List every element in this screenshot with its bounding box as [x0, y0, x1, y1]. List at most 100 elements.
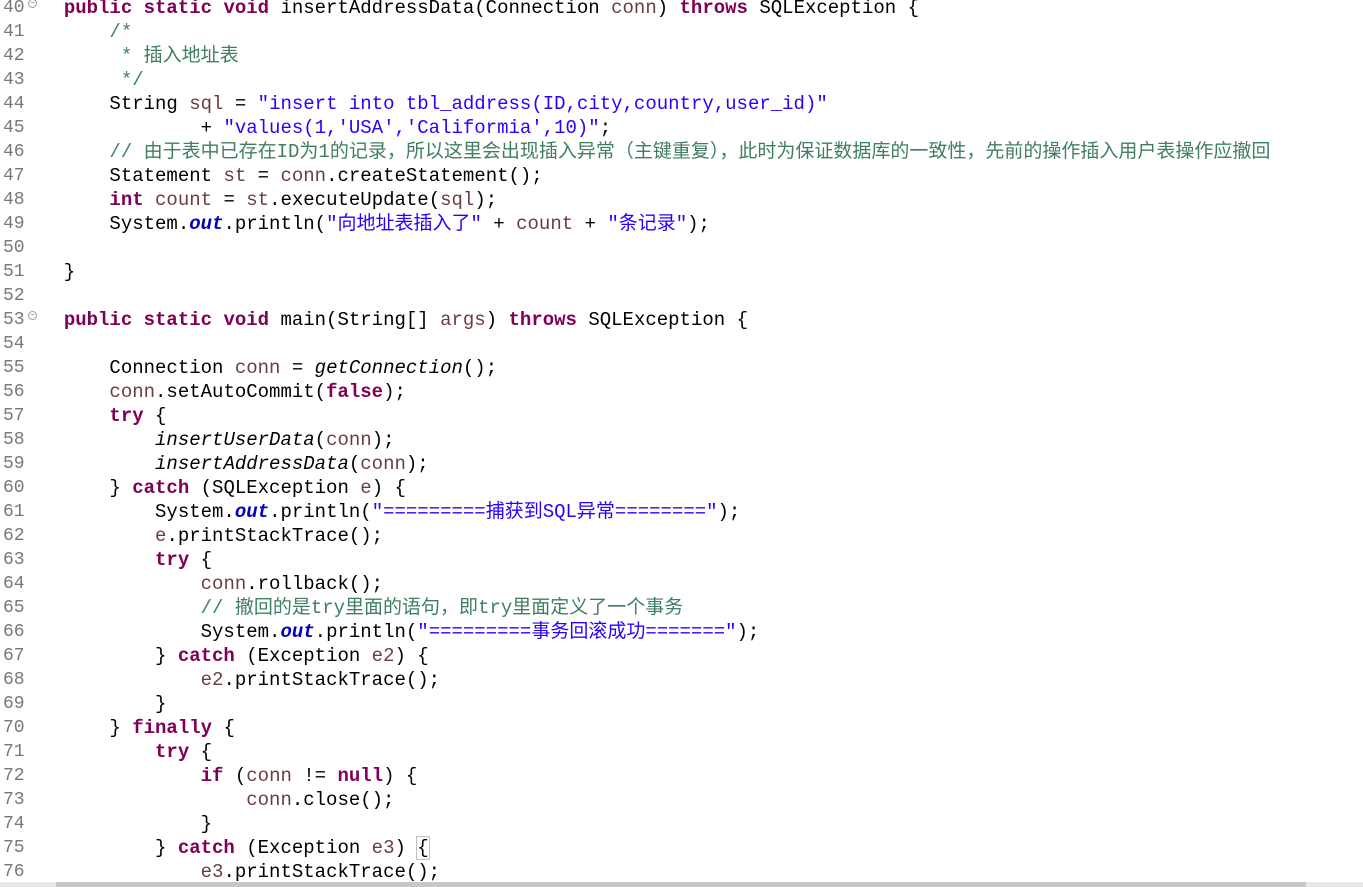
fold-minus-icon[interactable]: −	[28, 311, 37, 320]
code-line[interactable]: 67 } catch (Exception e2) {	[0, 644, 1363, 668]
code-token: }	[41, 813, 213, 835]
code-line[interactable]: 76 e3.printStackTrace();	[0, 860, 1363, 882]
code-line[interactable]: 65 // 撤回的是try里面的语句，即try里面定义了一个事务	[0, 596, 1363, 620]
code-line[interactable]: 42 * 插入地址表	[0, 44, 1363, 68]
code-token: sql	[189, 93, 224, 115]
code-line[interactable]: 54	[0, 332, 1363, 356]
line-number: 76	[3, 862, 25, 882]
line-number: 62	[3, 526, 25, 546]
code-line[interactable]: 57 try {	[0, 404, 1363, 428]
code-line[interactable]: 62 e.printStackTrace();	[0, 524, 1363, 548]
code-line[interactable]: 43 */	[0, 68, 1363, 92]
code-text: }	[41, 812, 212, 836]
code-token: e	[155, 525, 167, 547]
code-token: .close();	[291, 789, 395, 811]
code-token: System.	[41, 501, 235, 523]
code-line[interactable]: 61 System.out.println("=========捕获到SQL异常…	[0, 500, 1363, 524]
code-token: int	[109, 189, 156, 211]
horizontal-scrollbar-thumb[interactable]	[56, 882, 1306, 887]
code-token: conn	[280, 165, 327, 187]
code-text: } catch (SQLException e) {	[41, 476, 406, 500]
code-text: int count = st.executeUpdate(sql);	[41, 188, 497, 212]
code-line[interactable]: 68 e2.printStackTrace();	[0, 668, 1363, 692]
code-token: +	[481, 213, 517, 235]
code-line[interactable]: 66 System.out.println("=========事务回滚成功==…	[0, 620, 1363, 644]
code-token: throws	[679, 0, 760, 19]
line-number: 49	[3, 214, 25, 234]
code-text: System.out.println("=========事务回滚成功=====…	[41, 620, 760, 644]
code-line[interactable]: 44 String sql = "insert into tbl_address…	[0, 92, 1363, 116]
code-line[interactable]: 70 } finally {	[0, 716, 1363, 740]
code-text: conn.rollback();	[41, 572, 383, 596]
code-token: String	[41, 93, 190, 115]
code-line[interactable]: 50	[0, 236, 1363, 260]
code-token: e2	[200, 669, 224, 691]
code-line[interactable]: 48 int count = st.executeUpdate(sql);	[0, 188, 1363, 212]
code-line[interactable]: 45 + "values(1,'USA','Califormia',10)";	[0, 116, 1363, 140]
code-token: insertAddressData(Connection	[280, 0, 612, 19]
code-token: .createStatement();	[326, 165, 543, 187]
code-line[interactable]: 41 /*	[0, 20, 1363, 44]
code-text: public static void insertAddressData(Con…	[41, 0, 919, 20]
code-line[interactable]: 72 if (conn != null) {	[0, 764, 1363, 788]
code-token: System.	[41, 213, 190, 235]
code-token: st	[223, 165, 247, 187]
code-editor[interactable]: 40− public static void insertAddressData…	[0, 0, 1363, 882]
code-token: }	[41, 693, 167, 715]
code-line[interactable]: 73 conn.close();	[0, 788, 1363, 812]
line-number: 43	[3, 70, 25, 90]
code-token: }	[41, 837, 178, 859]
code-token: )	[485, 309, 509, 331]
line-number: 67	[3, 646, 25, 666]
code-token: conn	[360, 453, 406, 475]
code-line[interactable]: 63 try {	[0, 548, 1363, 572]
code-line[interactable]: 69 }	[0, 692, 1363, 716]
code-line[interactable]: 64 conn.rollback();	[0, 572, 1363, 596]
code-line[interactable]: 40− public static void insertAddressData…	[0, 0, 1363, 20]
code-token: out	[280, 621, 315, 643]
code-line[interactable]: 59 insertAddressData(conn);	[0, 452, 1363, 476]
code-text: } catch (Exception e2) {	[41, 644, 429, 668]
code-token: out	[189, 213, 224, 235]
code-token: conn	[234, 357, 281, 379]
code-token: );	[474, 189, 498, 211]
line-number: 44	[3, 94, 25, 114]
code-token: (SQLException	[200, 477, 361, 499]
code-line[interactable]: 74 }	[0, 812, 1363, 836]
code-token: )	[394, 837, 418, 859]
code-line[interactable]: 71 try {	[0, 740, 1363, 764]
code-token: conn	[326, 429, 372, 451]
code-token: insertAddressData	[155, 453, 349, 475]
code-token: sql	[440, 189, 475, 211]
code-line[interactable]: 58 insertUserData(conn);	[0, 428, 1363, 452]
code-token: if	[200, 765, 235, 787]
code-token: e	[360, 477, 372, 499]
code-token: )	[656, 0, 680, 19]
code-line[interactable]: 46 // 由于表中已存在ID为1的记录，所以这里会出现插入异常（主键重复），此…	[0, 140, 1363, 164]
code-token: {	[223, 717, 235, 739]
code-text: } catch (Exception e3) {	[41, 836, 430, 860]
code-line[interactable]: 60 } catch (SQLException e) {	[0, 476, 1363, 500]
code-token: ;	[599, 117, 612, 139]
code-line[interactable]: 55 Connection conn = getConnection();	[0, 356, 1363, 380]
horizontal-scrollbar[interactable]	[0, 882, 1363, 887]
code-token: =	[280, 357, 315, 379]
code-line[interactable]: 49 System.out.println("向地址表插入了" + count …	[0, 212, 1363, 236]
code-token: // 由于表中已存在ID为1的记录，所以这里会出现插入异常（主键重复），此时为保…	[109, 141, 1271, 163]
code-line[interactable]: 53− public static void main(String[] arg…	[0, 308, 1363, 332]
code-line[interactable]: 47 Statement st = conn.createStatement()…	[0, 164, 1363, 188]
code-line[interactable]: 56 conn.setAutoCommit(false);	[0, 380, 1363, 404]
line-number: 71	[3, 742, 25, 762]
code-text: }	[41, 260, 75, 284]
code-line[interactable]: 75 } catch (Exception e3) {	[0, 836, 1363, 860]
code-line[interactable]: 52	[0, 284, 1363, 308]
code-token: );	[687, 213, 710, 235]
line-number: 75	[3, 838, 25, 858]
fold-minus-icon[interactable]: −	[28, 0, 37, 8]
line-number: 55	[3, 358, 25, 378]
code-line[interactable]: 51 }	[0, 260, 1363, 284]
code-token: {	[155, 405, 167, 427]
